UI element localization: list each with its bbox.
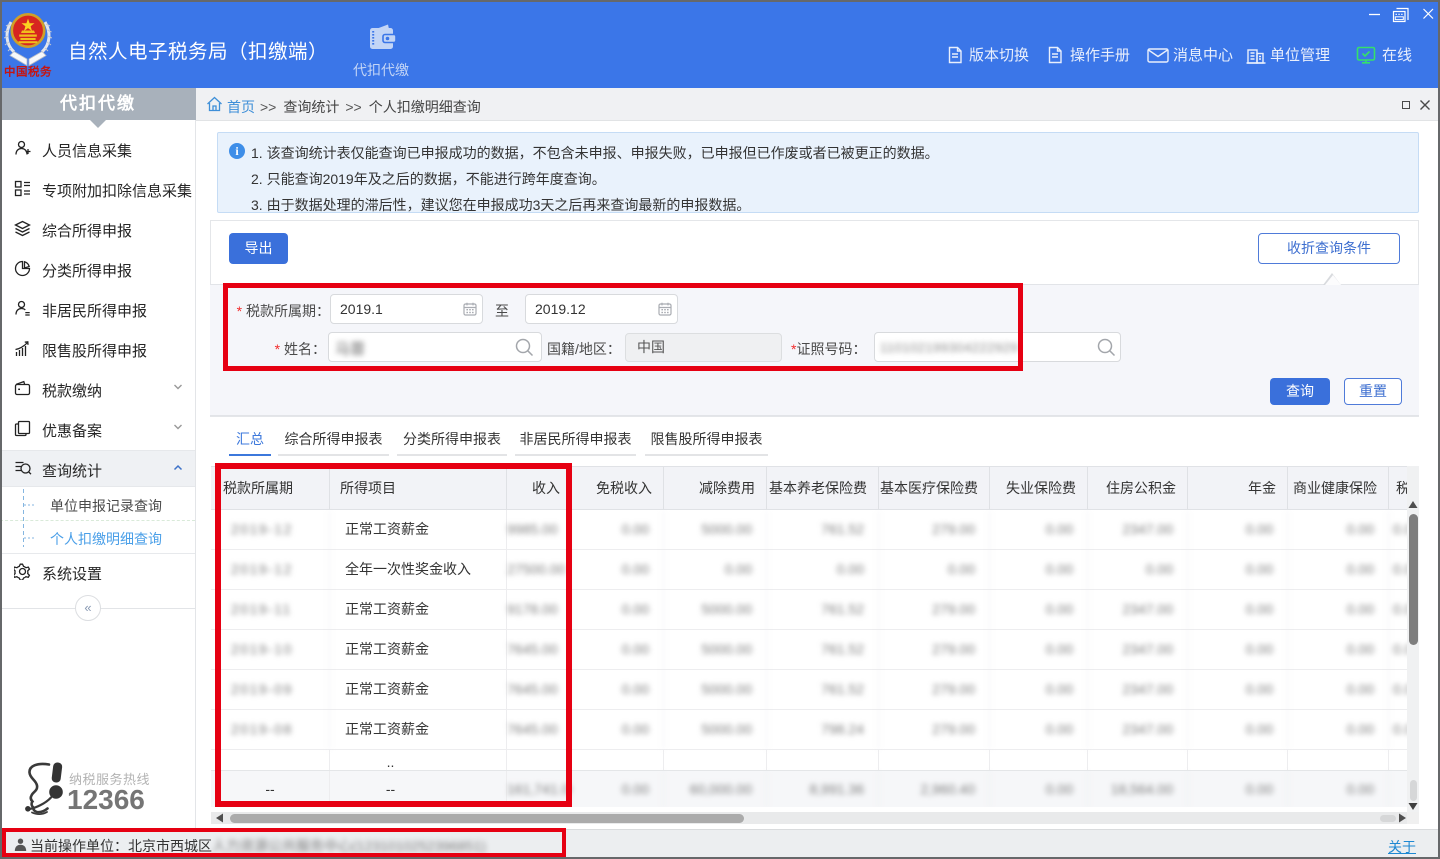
svg-text:中国税务: 中国税务 <box>4 65 52 79</box>
